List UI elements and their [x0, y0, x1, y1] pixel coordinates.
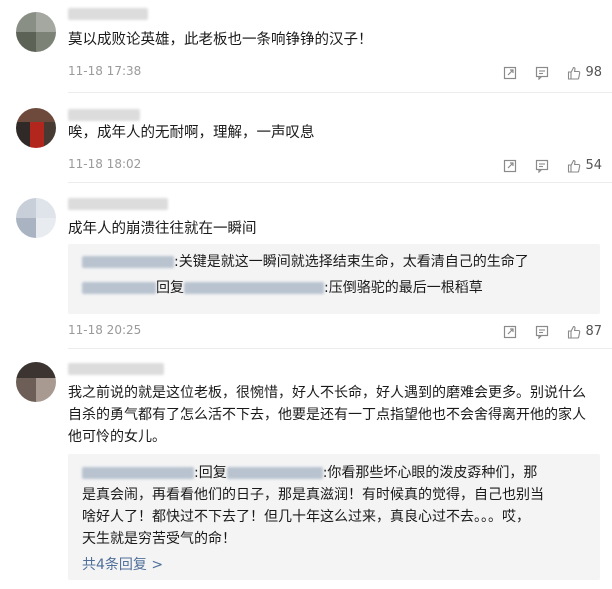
reply-text: 关键是就这一瞬间就选择结束生命，太看清自己的生命了 — [178, 254, 529, 270]
username-redacted[interactable] — [68, 8, 148, 20]
like-count: 87 — [585, 323, 602, 339]
comment-text-line: 自杀的勇气都有了怎么活不下去，他要是还有一丁点指望他也不会舍得离开他的家人 — [68, 407, 586, 423]
reply-username-redacted[interactable] — [184, 282, 324, 294]
comment-actions: 87 — [485, 322, 602, 340]
username-redacted[interactable] — [68, 198, 168, 210]
comment-actions: 54 — [485, 156, 602, 174]
share-icon[interactable] — [503, 324, 517, 339]
reply-text-line: 啥好人了！都快过不下去了！但几十年这么过来，真良心过不去。。。哎， — [82, 509, 530, 525]
comment-time: 11-18 18:02 — [68, 157, 142, 171]
comment-time: 11-18 17:38 — [68, 64, 142, 78]
avatar[interactable] — [16, 108, 56, 148]
username-redacted[interactable] — [68, 363, 164, 375]
reply-text-line: :你看那些坏心眼的泼皮孬种们，那 — [322, 465, 538, 481]
comment-icon[interactable] — [535, 324, 549, 340]
reply-text-line: 是真会闹，再看看他们的日子，那是真滋润！有时候真的觉得，自己也别当 — [82, 487, 544, 503]
reply-text: :压倒骆驼的最后一根稻草 — [324, 280, 483, 296]
reply-username-redacted[interactable] — [82, 467, 194, 479]
username-redacted[interactable] — [68, 109, 140, 121]
comment-item: 我之前说的就是这位老板，很惋惜，好人不长命，好人遇到的磨难会更多。别说什么 自杀… — [0, 348, 612, 589]
comment-text-line: 我之前说的就是这位老板，很惋惜，好人不长命，好人遇到的磨难会更多。别说什么 — [68, 385, 586, 401]
comment-text: 我之前说的就是这位老板，很惋惜，好人不长命，好人遇到的磨难会更多。别说什么 自杀… — [68, 382, 596, 448]
avatar[interactable] — [16, 362, 56, 402]
like-count: 54 — [585, 157, 602, 173]
avatar[interactable] — [16, 12, 56, 52]
reply-box: :回复 :你看那些坏心眼的泼皮孬种们，那 是真会闹，再看看他们的日子，那是真滋润！… — [68, 454, 600, 580]
comment-text: 唉，成年人的无耐啊，理解，一声叹息 — [68, 125, 315, 141]
reply-item[interactable]: :关键是就这一瞬间就选择结束生命，太看清自己的生命了 — [82, 251, 586, 273]
thumbs-up-icon[interactable] — [567, 158, 581, 173]
reply-item[interactable]: 回复 :压倒骆驼的最后一根稻草 — [82, 277, 586, 299]
comment-text-line: 他可怜的女儿。 — [68, 429, 166, 445]
comment-actions: 98 — [485, 63, 602, 81]
reply-username-redacted[interactable] — [82, 256, 174, 268]
comment-text: 莫以成败论英雄，此老板也一条响铮铮的汉子！ — [68, 32, 373, 48]
reply-item[interactable]: :回复 :你看那些坏心眼的泼皮孬种们，那 是真会闹，再看看他们的日子，那是真滋润！… — [82, 462, 586, 550]
thumbs-up-icon[interactable] — [567, 324, 581, 339]
reply-box: :关键是就这一瞬间就选择结束生命，太看清自己的生命了 回复 :压倒骆驼的最后一根稻… — [68, 244, 600, 314]
comment-text: 成年人的崩溃往往就在一瞬间 — [68, 221, 257, 237]
comment-icon[interactable] — [535, 158, 549, 174]
comment-time: 11-18 20:25 — [68, 323, 142, 337]
avatar[interactable] — [16, 198, 56, 238]
comment-item: 唉，成年人的无耐啊，理解，一声叹息 11-18 18:02 54 — [0, 92, 612, 182]
reply-text-line: 天生就是穷苦受气的命！ — [82, 531, 236, 547]
share-icon[interactable] — [503, 158, 517, 173]
comment-item: 莫以成败论英雄，此老板也一条响铮铮的汉子！ 11-18 17:38 98 — [0, 0, 612, 92]
comment-icon[interactable] — [535, 65, 549, 81]
thumbs-up-icon[interactable] — [567, 65, 581, 80]
view-more-replies-link[interactable]: 共4条回复 > — [82, 554, 586, 574]
share-icon[interactable] — [503, 65, 517, 80]
like-count: 98 — [585, 64, 602, 80]
comment-item: 成年人的崩溃往往就在一瞬间 :关键是就这一瞬间就选择结束生命，太看清自己的生命了… — [0, 182, 612, 348]
reply-username-redacted[interactable] — [82, 282, 156, 294]
reply-prefix: 回复 — [156, 280, 184, 296]
reply-username-redacted[interactable] — [226, 467, 323, 479]
reply-prefix: :回复 — [194, 465, 227, 481]
